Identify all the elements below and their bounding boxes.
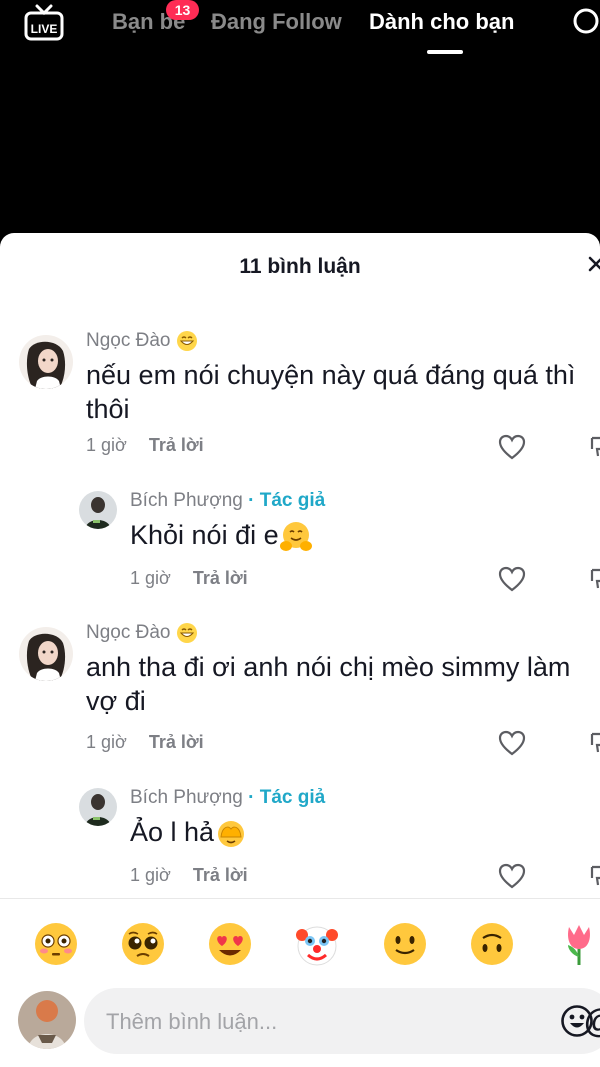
tulip-icon[interactable] (556, 921, 600, 967)
heart-eyes-face-icon[interactable] (207, 921, 253, 967)
my-avatar (18, 991, 76, 1049)
flushed-face-icon[interactable] (33, 921, 79, 967)
comment-text: Ảo l hả (130, 815, 590, 851)
comment-meta: 1 giờ Trả lời (130, 568, 248, 589)
upside-down-face-icon[interactable] (469, 921, 515, 967)
dislike-icon[interactable] (588, 567, 600, 591)
avatar[interactable] (79, 491, 117, 529)
comment-meta: 1 giờ Trả lời (86, 435, 204, 456)
reply-button[interactable]: Trả lời (149, 435, 204, 455)
avatar[interactable] (19, 627, 73, 681)
comments-count-title: 11 bình luận (239, 255, 361, 278)
slightly-smiling-face-icon[interactable] (382, 921, 428, 967)
tab-following[interactable]: Đang Follow (211, 9, 342, 35)
close-icon[interactable] (586, 253, 600, 277)
avatar[interactable] (19, 335, 73, 389)
comment-username[interactable]: Ngọc Đào (86, 330, 198, 352)
like-heart-icon[interactable] (498, 863, 526, 889)
like-heart-icon[interactable] (498, 434, 526, 460)
author-tag: · Tác giả (248, 490, 326, 511)
reply-button[interactable]: Trả lời (193, 568, 248, 588)
pleading-face-icon[interactable] (120, 921, 166, 967)
top-navigation: LIVE Bạn bè 13 Đang Follow Dành cho bạn (0, 0, 600, 60)
comment-username[interactable]: Ngọc Đào (86, 622, 198, 644)
face-with-hand-over-eyes-icon (218, 820, 245, 847)
comment-time: 1 giờ (130, 865, 171, 885)
comment-text: anh tha đi ơi anh nói chị mèo simmy làm … (86, 652, 571, 716)
svg-text:LIVE: LIVE (31, 22, 58, 36)
author-tag: · Tác giả (248, 787, 326, 808)
comment-input-placeholder: Thêm bình luận... (106, 1009, 278, 1034)
quick-emoji-bar (0, 898, 600, 988)
comment-text: nếu em nói chuyện này quá đáng quá thì t… (86, 360, 576, 424)
comment-input[interactable]: Thêm bình luận... @ (84, 988, 600, 1054)
comment-text: Khỏi nói đi e (130, 518, 590, 554)
dislike-icon[interactable] (588, 864, 600, 888)
reply-button[interactable]: Trả lời (149, 732, 204, 752)
like-heart-icon[interactable] (498, 566, 526, 592)
emoji-picker-icon[interactable] (560, 1004, 594, 1038)
comment-username[interactable]: Bích Phượng · Tác giả (130, 490, 325, 512)
clown-face-icon[interactable] (294, 921, 340, 967)
hugging-face-icon (279, 521, 312, 551)
avatar[interactable] (79, 788, 117, 826)
dislike-icon[interactable] (588, 435, 600, 459)
tab-for-you[interactable]: Dành cho bạn (369, 9, 514, 35)
dislike-icon[interactable] (588, 731, 600, 755)
grinning-face-icon (176, 623, 197, 643)
search-icon[interactable] (572, 6, 600, 40)
like-heart-icon[interactable] (498, 730, 526, 756)
comment-meta: 1 giờ Trả lời (86, 732, 204, 753)
comment-meta: 1 giờ Trả lời (130, 865, 248, 886)
grinning-face-icon (176, 331, 197, 351)
live-tv-icon[interactable]: LIVE (24, 4, 64, 44)
comment-time: 1 giờ (86, 732, 127, 752)
comment-username[interactable]: Bích Phượng · Tác giả (130, 787, 325, 809)
comment-time: 1 giờ (86, 435, 127, 455)
reply-button[interactable]: Trả lời (193, 865, 248, 885)
active-tab-indicator (427, 50, 463, 54)
comment-input-row: Thêm bình luận... @ (0, 988, 600, 1067)
comment-time: 1 giờ (130, 568, 171, 588)
friends-notification-badge: 13 (166, 0, 199, 20)
